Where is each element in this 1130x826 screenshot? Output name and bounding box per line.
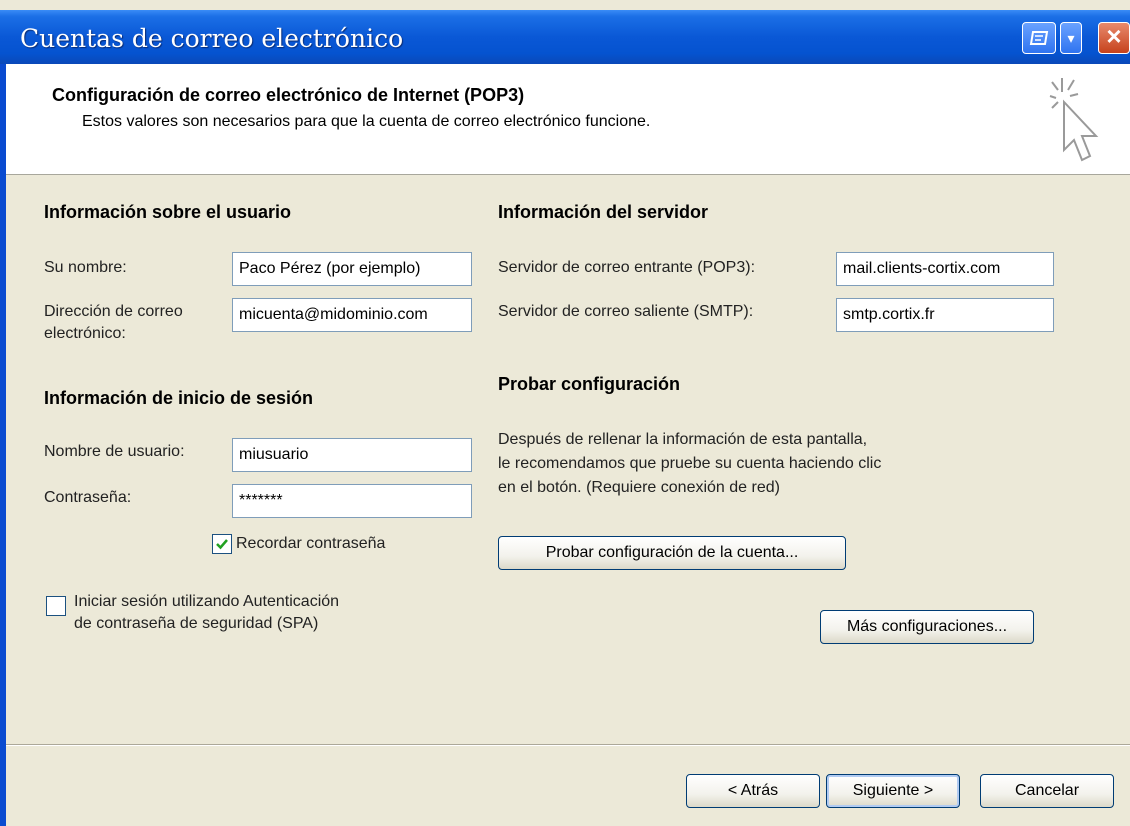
more-settings-button[interactable]: Más configuraciones... — [820, 610, 1034, 644]
page-subtitle: Estos valores son necesarios para que la… — [82, 113, 651, 130]
window-border — [0, 64, 6, 826]
login-info-heading: Información de inicio de sesión — [44, 388, 314, 408]
incoming-server-field[interactable]: mail.clients-cortix.com — [836, 252, 1054, 286]
help-icon[interactable] — [1022, 22, 1056, 54]
test-heading: Probar configuración — [498, 374, 681, 394]
cancel-button[interactable]: Cancelar — [980, 774, 1114, 808]
checkmark-icon — [216, 539, 228, 550]
back-button[interactable]: < Atrás — [686, 774, 820, 808]
password-field[interactable]: ******* — [232, 484, 472, 518]
outgoing-server-label: Servidor de correo saliente (SMTP): — [498, 303, 754, 320]
username-label: Nombre de usuario: — [44, 443, 185, 460]
email-field[interactable]: micuenta@midominio.com — [232, 298, 472, 332]
close-button[interactable]: × — [1098, 21, 1130, 54]
username-field[interactable]: miusuario — [232, 438, 472, 472]
test-description-line3: en el botón. (Requiere conexión de red) — [498, 479, 780, 496]
user-info-heading: Información sobre el usuario — [44, 202, 292, 222]
close-icon: × — [1106, 21, 1122, 51]
title-bar[interactable]: Cuentas de correo electrónico ▾ × — [0, 10, 1130, 64]
dropdown-arrow-icon[interactable]: ▾ — [1060, 22, 1082, 54]
test-description-line2: le recomendamos que pruebe su cuenta hac… — [498, 455, 882, 472]
server-info-heading: Información del servidor — [498, 202, 709, 222]
email-label-line2: electrónico: — [44, 325, 126, 342]
spa-checkbox[interactable] — [46, 596, 66, 616]
spa-label-line1[interactable]: Iniciar sesión utilizando Autenticación — [74, 592, 339, 612]
test-description-line1: Después de rellenar la información de es… — [498, 431, 868, 448]
cursor-sparkle-icon — [1044, 72, 1104, 175]
window-title: Cuentas de correo electrónico — [20, 24, 404, 53]
password-label: Contraseña: — [44, 489, 132, 506]
page-title: Configuración de correo electrónico de I… — [52, 85, 525, 105]
remember-password-checkbox[interactable] — [212, 534, 232, 554]
spa-label-line2[interactable]: de contraseña de seguridad (SPA) — [74, 614, 318, 634]
footer-divider — [6, 744, 1130, 746]
name-label: Su nombre: — [44, 259, 127, 276]
email-label-line1: Dirección de correo — [44, 303, 183, 320]
next-button[interactable]: Siguiente > — [826, 774, 960, 808]
dialog-window: Cuentas de correo electrónico ▾ × Config… — [0, 0, 1130, 826]
incoming-server-label: Servidor de correo entrante (POP3): — [498, 259, 756, 276]
remember-password-label[interactable]: Recordar contraseña — [236, 534, 385, 554]
name-field[interactable]: Paco Pérez (por ejemplo) — [232, 252, 472, 286]
outgoing-server-field[interactable]: smtp.cortix.fr — [836, 298, 1054, 332]
test-account-button[interactable]: Probar configuración de la cuenta... — [498, 536, 846, 570]
